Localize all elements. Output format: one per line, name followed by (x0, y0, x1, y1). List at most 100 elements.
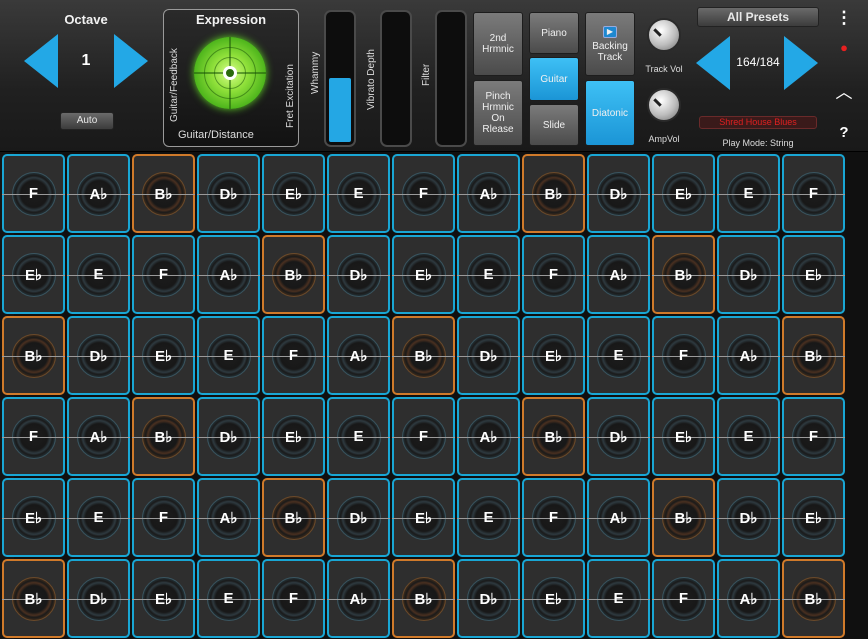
note-pad[interactable]: D♭ (67, 559, 130, 638)
note-pad[interactable]: E (457, 478, 520, 557)
note-pad[interactable]: B♭ (2, 559, 65, 638)
note-pad[interactable]: E♭ (262, 397, 325, 476)
note-pad[interactable]: B♭ (652, 235, 715, 314)
note-pad[interactable]: D♭ (327, 235, 390, 314)
note-pad[interactable]: A♭ (717, 316, 780, 395)
octave-down-arrow-icon[interactable] (24, 34, 58, 88)
note-pad[interactable]: D♭ (67, 316, 130, 395)
note-pad[interactable]: E♭ (392, 235, 455, 314)
note-pad[interactable]: F (652, 559, 715, 638)
note-pad[interactable]: D♭ (327, 478, 390, 557)
note-pad[interactable]: E♭ (132, 316, 195, 395)
note-pad[interactable]: A♭ (197, 478, 260, 557)
note-pad[interactable]: D♭ (457, 559, 520, 638)
guitar-button[interactable]: Guitar (529, 57, 579, 101)
note-pad[interactable]: B♭ (262, 235, 325, 314)
note-pad[interactable]: A♭ (587, 235, 650, 314)
note-pad[interactable]: E (587, 316, 650, 395)
filter-slider[interactable] (435, 10, 467, 147)
note-pad[interactable]: F (132, 235, 195, 314)
record-icon[interactable]: ● (834, 40, 854, 55)
note-pad[interactable]: E♭ (652, 397, 715, 476)
diatonic-button[interactable]: Diatonic (585, 80, 635, 146)
note-pad[interactable]: B♭ (652, 478, 715, 557)
note-pad[interactable]: E♭ (2, 235, 65, 314)
note-pad[interactable]: E (197, 316, 260, 395)
note-pad[interactable]: A♭ (197, 235, 260, 314)
second-harmonic-button[interactable]: 2nd Hrmnic (473, 12, 523, 76)
expression-pad[interactable] (194, 37, 266, 109)
note-pad[interactable]: B♭ (522, 397, 585, 476)
note-pad[interactable]: F (522, 235, 585, 314)
note-pad[interactable]: A♭ (67, 154, 130, 233)
note-pad[interactable]: B♭ (522, 154, 585, 233)
note-pad[interactable]: E (67, 235, 130, 314)
octave-up-arrow-icon[interactable] (114, 34, 148, 88)
note-pad[interactable]: E (717, 397, 780, 476)
preset-prev-arrow-icon[interactable] (696, 36, 730, 90)
vertical-dots-icon[interactable]: ⋮ (834, 8, 854, 28)
vibrato-depth-slider[interactable] (380, 10, 412, 147)
note-pad[interactable]: E (67, 478, 130, 557)
note-pad[interactable]: E (717, 154, 780, 233)
note-pad[interactable]: B♭ (392, 316, 455, 395)
note-pad[interactable]: B♭ (392, 559, 455, 638)
note-pad[interactable]: E♭ (652, 154, 715, 233)
note-pad[interactable]: E♭ (262, 154, 325, 233)
note-pad[interactable]: F (392, 154, 455, 233)
note-pad[interactable]: D♭ (457, 316, 520, 395)
note-pad[interactable]: E♭ (392, 478, 455, 557)
all-presets-button[interactable]: All Presets (697, 7, 819, 27)
note-pad[interactable]: B♭ (262, 478, 325, 557)
note-pad[interactable]: D♭ (717, 478, 780, 557)
note-pad[interactable]: A♭ (67, 397, 130, 476)
whammy-slider[interactable] (324, 10, 356, 147)
note-pad[interactable]: E (587, 559, 650, 638)
note-pad[interactable]: D♭ (197, 397, 260, 476)
note-pad[interactable]: F (392, 397, 455, 476)
note-pad[interactable]: E♭ (2, 478, 65, 557)
chevron-up-icon[interactable]: ︿ (834, 78, 854, 103)
note-pad[interactable]: A♭ (457, 397, 520, 476)
note-pad[interactable]: F (132, 478, 195, 557)
note-pad[interactable]: A♭ (717, 559, 780, 638)
auto-button[interactable]: Auto (60, 112, 114, 130)
pinch-harmonic-button[interactable]: Pinch Hrmnic On Rlease (473, 80, 523, 146)
piano-button[interactable]: Piano (529, 12, 579, 54)
backing-track-button[interactable]: ▶ Backing Track (585, 12, 635, 76)
slide-button[interactable]: Slide (529, 104, 579, 146)
note-pad[interactable]: F (652, 316, 715, 395)
note-pad[interactable]: D♭ (587, 397, 650, 476)
note-pad[interactable]: B♭ (782, 316, 845, 395)
note-pad[interactable]: B♭ (782, 559, 845, 638)
note-pad[interactable]: A♭ (327, 316, 390, 395)
question-icon[interactable]: ? (834, 124, 854, 141)
expression-handle-icon[interactable] (223, 66, 237, 80)
note-pad[interactable]: E (457, 235, 520, 314)
note-pad[interactable]: E (327, 397, 390, 476)
note-pad[interactable]: F (522, 478, 585, 557)
amp-vol-knob[interactable] (647, 88, 681, 122)
note-pad[interactable]: D♭ (717, 235, 780, 314)
note-pad[interactable]: E♭ (522, 316, 585, 395)
note-pad[interactable]: F (2, 397, 65, 476)
note-pad[interactable]: B♭ (132, 397, 195, 476)
note-pad[interactable]: F (782, 154, 845, 233)
note-pad[interactable]: E♭ (782, 478, 845, 557)
note-pad[interactable]: A♭ (457, 154, 520, 233)
note-pad[interactable]: B♭ (2, 316, 65, 395)
note-pad[interactable]: B♭ (132, 154, 195, 233)
preset-name[interactable]: Shred House Blues (699, 116, 817, 129)
note-pad[interactable]: E♭ (132, 559, 195, 638)
track-vol-knob[interactable] (647, 18, 681, 52)
preset-next-arrow-icon[interactable] (784, 36, 818, 90)
note-pad[interactable]: F (782, 397, 845, 476)
note-pad[interactable]: A♭ (327, 559, 390, 638)
note-pad[interactable]: E (327, 154, 390, 233)
note-pad[interactable]: E♭ (782, 235, 845, 314)
note-pad[interactable]: E (197, 559, 260, 638)
note-pad[interactable]: F (262, 559, 325, 638)
note-pad[interactable]: D♭ (197, 154, 260, 233)
note-pad[interactable]: A♭ (587, 478, 650, 557)
note-pad[interactable]: F (262, 316, 325, 395)
